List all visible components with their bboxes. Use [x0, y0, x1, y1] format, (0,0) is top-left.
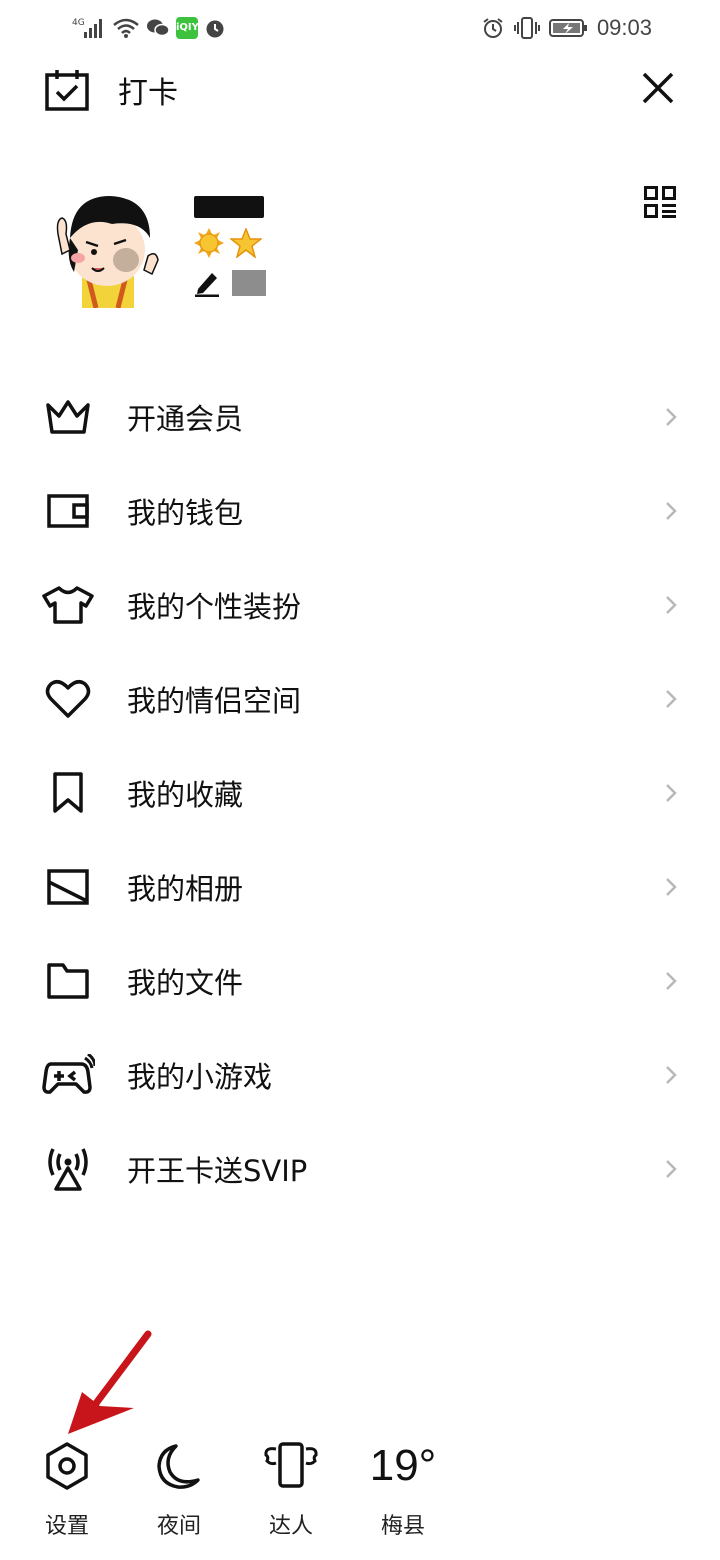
status-right: 09:03: [481, 14, 652, 42]
temperature-value: 19°: [369, 1441, 437, 1490]
checkin-label: 打卡: [118, 76, 178, 111]
calendar-check-icon: [45, 70, 89, 111]
status-time: 09:03: [596, 15, 652, 40]
menu-label: 我的小游戏: [127, 1060, 273, 1094]
profile-info: [194, 196, 266, 298]
checkin-button[interactable]: 打卡: [44, 66, 178, 114]
menu-item-vip[interactable]: 开通会员: [0, 370, 720, 464]
chevron-right-icon: [666, 596, 677, 614]
menu-label: 我的个性装扮: [127, 590, 302, 624]
drawer-bottom-bar: 设置 夜间 达人 19° 梅县: [0, 1430, 720, 1540]
chevron-right-icon: [666, 878, 677, 896]
folder-icon: [47, 963, 89, 999]
badge-row: [194, 228, 266, 258]
chevron-right-icon: [666, 690, 677, 708]
menu-label: 我的相册: [127, 872, 244, 906]
settings-label: 设置: [44, 1514, 89, 1539]
drawer-header: 打卡: [0, 60, 720, 120]
chevron-right-icon: [666, 502, 677, 520]
expert-button[interactable]: 达人: [246, 1436, 336, 1539]
wallet-icon: [47, 494, 89, 528]
weather-button[interactable]: 19° 梅县: [358, 1436, 448, 1539]
menu-label: 我的收藏: [127, 778, 244, 812]
star-badge-icon[interactable]: [230, 228, 262, 258]
expert-label: 达人: [268, 1514, 313, 1539]
status-bar: 4G iQIY 09:03: [0, 0, 720, 56]
menu-item-files[interactable]: 我的文件: [0, 934, 720, 1028]
avatar[interactable]: [52, 190, 162, 308]
menu-item-wallet[interactable]: 我的钱包: [0, 464, 720, 558]
close-icon[interactable]: [636, 66, 680, 110]
signature-row[interactable]: [194, 268, 266, 298]
crown-icon: [46, 400, 90, 434]
iqiyi-app-icon: iQIY: [176, 17, 199, 39]
settings-button[interactable]: 设置: [22, 1436, 112, 1539]
night-mode-button[interactable]: 夜间: [134, 1436, 224, 1539]
chevron-right-icon: [666, 1160, 677, 1178]
alarm-status-icon: [206, 20, 224, 38]
menu-item-favorites[interactable]: 我的收藏: [0, 746, 720, 840]
drawer-menu: 开通会员 我的钱包 我的个性装扮 我的情侣空间 我的收藏 我的相册 我的文件 我…: [0, 370, 720, 1216]
edit-pencil-icon: [195, 273, 219, 297]
battery-charging-icon: [548, 19, 587, 37]
menu-item-mini-games[interactable]: 我的小游戏: [0, 1028, 720, 1122]
cellular-signal-icon: 4G: [72, 18, 102, 38]
username-redacted[interactable]: [194, 196, 264, 218]
settings-hexagon-icon: [46, 1442, 88, 1490]
menu-label: 开通会员: [127, 402, 244, 436]
svg-text:4G: 4G: [72, 18, 85, 28]
menu-label: 我的情侣空间: [127, 684, 302, 718]
antenna-icon: [48, 1148, 88, 1191]
chevron-right-icon: [666, 1066, 677, 1084]
chevron-right-icon: [666, 972, 677, 990]
chevron-right-icon: [666, 408, 677, 426]
menu-label: 我的文件: [127, 966, 244, 1000]
night-mode-label: 夜间: [156, 1514, 201, 1539]
phone-wings-icon: [264, 1442, 318, 1488]
menu-label: 我的钱包: [127, 496, 244, 530]
gamepad-icon: [42, 1054, 95, 1094]
annotation-arrow-icon: [68, 1330, 152, 1434]
status-left: 4G iQIY: [72, 14, 226, 42]
wechat-icon: [147, 19, 170, 37]
city-label: 梅县: [380, 1514, 425, 1539]
tshirt-icon: [42, 586, 94, 624]
menu-label: 开王卡送SVIP: [127, 1154, 308, 1188]
image-icon: [47, 869, 89, 905]
menu-item-couple-space[interactable]: 我的情侣空间: [0, 652, 720, 746]
menu-item-king-card[interactable]: 开王卡送SVIP: [0, 1122, 720, 1216]
menu-item-personalize[interactable]: 我的个性装扮: [0, 558, 720, 652]
moon-icon: [157, 1444, 200, 1489]
wifi-icon: [113, 18, 139, 38]
vibrate-icon: [513, 17, 540, 39]
chevron-right-icon: [666, 784, 677, 802]
sun-badge-icon[interactable]: [194, 228, 224, 258]
qr-code-icon[interactable]: [644, 186, 676, 218]
bookmark-icon: [53, 772, 83, 813]
alarm-clock-icon: [483, 18, 503, 38]
signature-redacted: [232, 270, 266, 296]
menu-item-album[interactable]: 我的相册: [0, 840, 720, 934]
heart-icon: [45, 680, 91, 718]
